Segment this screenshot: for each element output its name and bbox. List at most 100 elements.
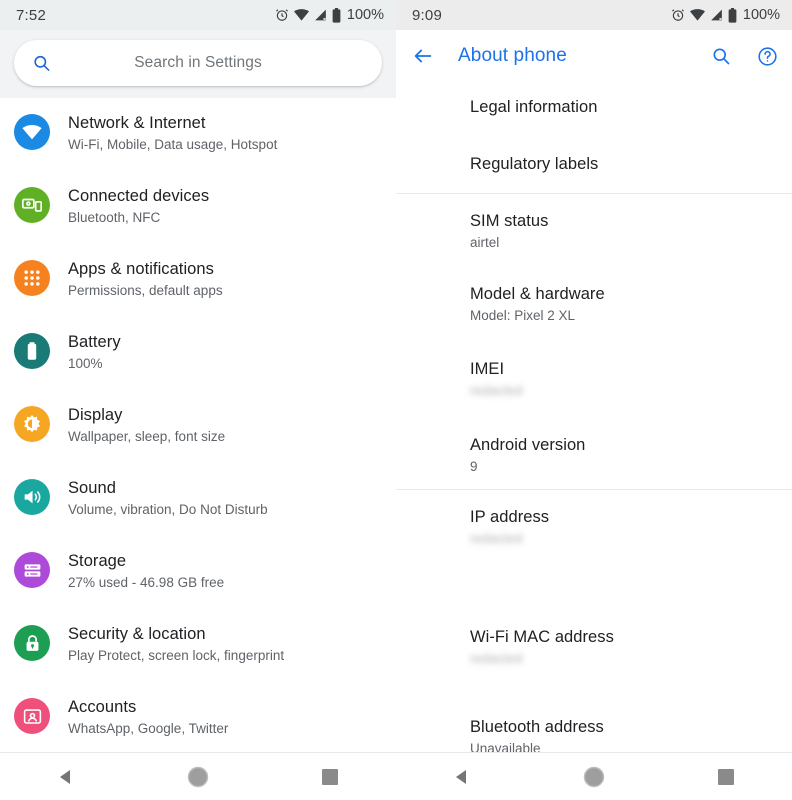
settings-row-title: Battery (68, 333, 121, 351)
settings-row-text: Apps & notifications Permissions, default… (68, 256, 223, 301)
about-row[interactable]: Android version 9 (396, 418, 792, 489)
about-row-value-redacted: redacted (470, 651, 523, 666)
status-clock: 7:52 (16, 6, 46, 24)
right-nav-bar (396, 752, 792, 800)
settings-row-subtitle: Wallpaper, sleep, font size (68, 429, 226, 444)
about-row-title: IP address (470, 508, 550, 526)
alarm-icon (671, 8, 685, 22)
back-triangle-icon[interactable] (427, 753, 497, 800)
storage-icon (14, 552, 50, 588)
about-row-value-redacted: redacted (470, 531, 523, 546)
battery-icon (14, 333, 50, 369)
page-title: About phone (458, 45, 567, 66)
left-status-bar: 7:52 100% (0, 0, 396, 30)
settings-row-text: Display Wallpaper, sleep, font size (68, 402, 225, 447)
about-row[interactable]: IMEI redacted (396, 342, 792, 418)
settings-list[interactable]: Network & Internet Wi-Fi, Mobile, Data us… (0, 98, 396, 756)
lock-icon (14, 625, 50, 661)
about-row[interactable]: Model & hardware Model: Pixel 2 XL (396, 267, 792, 342)
status-clock: 9:09 (412, 6, 442, 24)
settings-row-subtitle: 27% used - 46.98 GB free (68, 575, 225, 590)
settings-row-title: Network & Internet (68, 114, 206, 132)
about-row[interactable]: Bluetooth address Unavailable (396, 700, 792, 752)
search-input[interactable]: Search in Settings (14, 40, 382, 86)
wifi-icon (689, 9, 705, 21)
home-circle-icon[interactable] (559, 753, 629, 800)
settings-row[interactable]: Accounts WhatsApp, Google, Twitter (0, 684, 396, 756)
settings-row-text: Storage 27% used - 46.98 GB free (68, 548, 224, 593)
about-row-title: SIM status (470, 212, 549, 230)
about-row[interactable]: Regulatory labels (396, 137, 792, 193)
brightness-icon (14, 406, 50, 442)
settings-row-text: Security & location Play Protect, screen … (68, 621, 284, 666)
back-arrow-icon[interactable] (412, 45, 434, 67)
back-triangle-icon[interactable] (31, 753, 101, 800)
battery-icon (332, 7, 341, 23)
settings-row[interactable]: Connected devices Bluetooth, NFC (0, 173, 396, 246)
about-phone-list[interactable]: Legal information Regulatory labels SIM st… (396, 82, 792, 752)
settings-row[interactable]: Battery 100% (0, 319, 396, 392)
about-row-title: Wi-Fi MAC address (470, 628, 614, 646)
settings-row-subtitle: Play Protect, screen lock, fingerprint (68, 648, 285, 663)
app-bar-actions (711, 46, 778, 67)
about-row-title: Android version (470, 436, 586, 454)
settings-row-text: Network & Internet Wi-Fi, Mobile, Data us… (68, 110, 277, 155)
about-row[interactable]: SIM status airtel (396, 194, 792, 267)
right-status-bar: 9:09 100% (396, 0, 792, 30)
settings-row-text: Accounts WhatsApp, Google, Twitter (68, 694, 228, 739)
about-row[interactable]: IP address redacted (396, 490, 792, 610)
about-phone-app-bar: About phone (396, 30, 792, 82)
settings-row[interactable]: Sound Volume, vibration, Do Not Disturb (0, 465, 396, 538)
settings-row-title: Security & location (68, 625, 206, 643)
about-row-subtitle: 9 (470, 459, 478, 474)
settings-row-title: Storage (68, 552, 127, 570)
search-container: Search in Settings (0, 30, 396, 98)
help-circle-icon[interactable] (757, 46, 778, 67)
apps-grid-icon (14, 260, 50, 296)
status-icon-group: 100% (671, 7, 780, 23)
settings-row-subtitle: WhatsApp, Google, Twitter (68, 721, 229, 736)
settings-row[interactable]: Storage 27% used - 46.98 GB free (0, 538, 396, 611)
left-phone-panel: 7:52 100% Search in Settings Network & I… (0, 0, 396, 800)
settings-row[interactable]: Network & Internet Wi-Fi, Mobile, Data us… (0, 100, 396, 173)
settings-row-text: Battery 100% (68, 329, 121, 374)
recents-square-icon[interactable] (295, 753, 365, 800)
about-row-subtitle: Unavailable (470, 741, 541, 752)
about-row-title: Model & hardware (470, 285, 605, 303)
about-row-value-redacted: redacted (470, 383, 523, 398)
status-icon-group: 100% (275, 7, 384, 23)
settings-row-title: Display (68, 406, 123, 424)
dual-phone-screenshot: 7:52 100% Search in Settings Network & I… (0, 0, 792, 800)
about-row-title: Regulatory labels (470, 155, 599, 173)
account-card-icon (14, 698, 50, 734)
left-nav-bar (0, 752, 396, 800)
recents-square-icon[interactable] (691, 753, 761, 800)
settings-row-subtitle: Bluetooth, NFC (68, 210, 161, 225)
settings-row-subtitle: Permissions, default apps (68, 283, 223, 298)
about-row-subtitle: airtel (470, 235, 500, 250)
wifi-icon (293, 9, 309, 21)
battery-percent-label: 100% (742, 7, 780, 23)
settings-row-title: Apps & notifications (68, 260, 214, 278)
about-row[interactable]: Wi-Fi MAC address redacted (396, 610, 792, 700)
about-row-subtitle: Model: Pixel 2 XL (470, 308, 576, 323)
settings-row[interactable]: Display Wallpaper, sleep, font size (0, 392, 396, 465)
about-row[interactable]: Legal information (396, 82, 792, 137)
settings-row[interactable]: Security & location Play Protect, screen … (0, 611, 396, 684)
about-row-title: Bluetooth address (470, 718, 604, 736)
connected-devices-icon (14, 187, 50, 223)
settings-row[interactable]: Apps & notifications Permissions, default… (0, 246, 396, 319)
search-icon (32, 54, 51, 73)
signal-icon (710, 9, 723, 21)
volume-icon (14, 479, 50, 515)
signal-icon (314, 9, 327, 21)
settings-row-text: Sound Volume, vibration, Do Not Disturb (68, 475, 268, 520)
settings-row-title: Accounts (68, 698, 137, 716)
search-icon[interactable] (711, 46, 731, 66)
home-circle-icon[interactable] (163, 753, 233, 800)
alarm-icon (275, 8, 289, 22)
wifi-signal-icon (14, 114, 50, 150)
settings-row-subtitle: 100% (68, 356, 103, 371)
settings-row-title: Sound (68, 479, 116, 497)
battery-icon (728, 7, 737, 23)
